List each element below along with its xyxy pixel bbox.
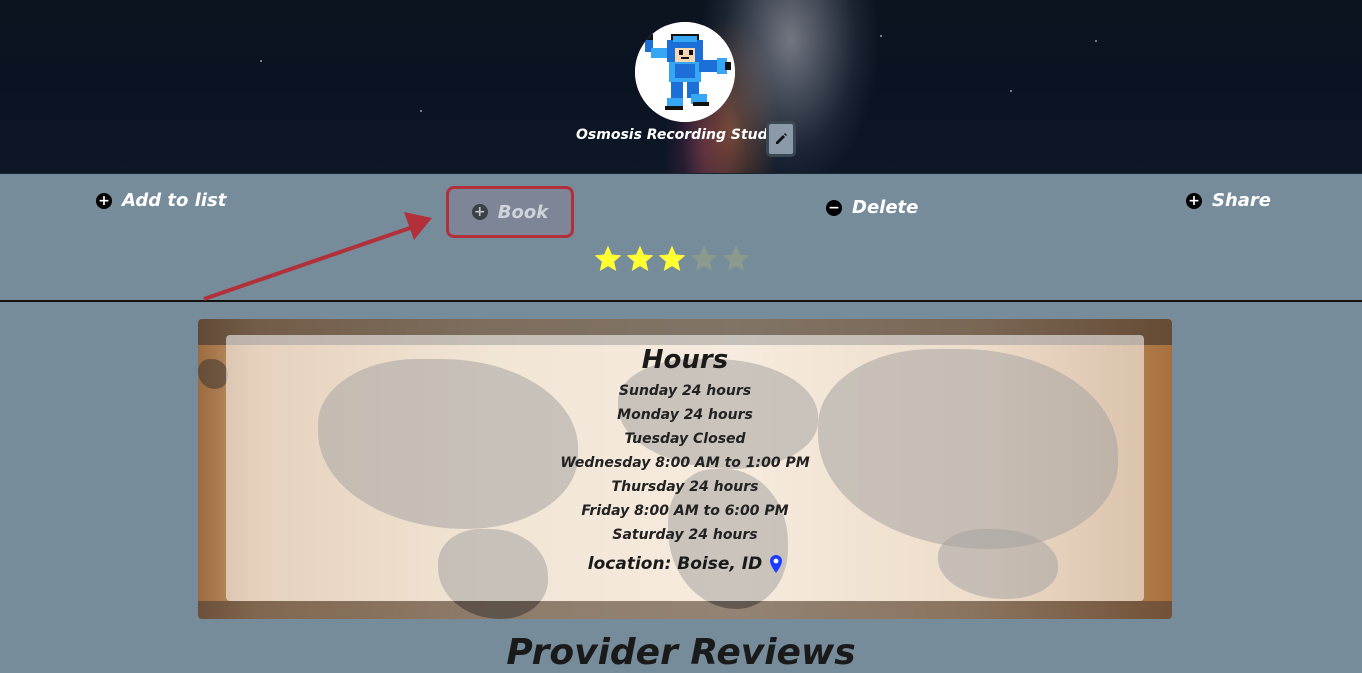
share-label: Share bbox=[1212, 190, 1272, 211]
studio-name: Osmosis Recording Studio bbox=[576, 127, 783, 143]
star-filled-icon[interactable] bbox=[656, 243, 688, 275]
map-background bbox=[198, 359, 228, 389]
hours-tuesday: Tuesday Closed bbox=[624, 431, 746, 447]
edit-profile-button[interactable] bbox=[766, 121, 796, 157]
add-to-list-button[interactable]: + Add to list bbox=[96, 190, 226, 211]
mega-man-avatar-icon bbox=[635, 22, 735, 122]
plus-circle-icon: + bbox=[471, 204, 488, 220]
plus-circle-icon: + bbox=[1186, 192, 1202, 209]
sky-star bbox=[420, 110, 422, 112]
hours-monday: Monday 24 hours bbox=[617, 407, 753, 423]
hours-friday: Friday 8:00 AM to 6:00 PM bbox=[581, 503, 789, 519]
book-label: Book bbox=[497, 201, 549, 223]
sky-star bbox=[260, 60, 262, 62]
map-background bbox=[198, 601, 1172, 619]
sky-star bbox=[1010, 90, 1012, 92]
book-button[interactable]: + Book bbox=[446, 186, 574, 238]
reviews-title: Provider Reviews bbox=[506, 632, 856, 673]
share-button[interactable]: + Share bbox=[1186, 190, 1271, 211]
star-rating[interactable] bbox=[592, 243, 752, 275]
star-filled-icon[interactable] bbox=[592, 243, 624, 275]
star-empty-icon[interactable] bbox=[720, 243, 752, 275]
map-pin-icon[interactable] bbox=[770, 555, 783, 573]
sky-star bbox=[880, 35, 882, 37]
location: location: Boise, ID bbox=[226, 549, 1144, 579]
plus-circle-icon: + bbox=[96, 192, 112, 209]
arrow-head bbox=[404, 212, 432, 240]
section-divider bbox=[0, 300, 1362, 302]
add-to-list-label: Add to list bbox=[122, 190, 227, 211]
arrow-shaft bbox=[203, 226, 411, 301]
hours-saturday: Saturday 24 hours bbox=[612, 527, 758, 543]
delete-button[interactable]: − Delete bbox=[826, 197, 918, 218]
sky-star bbox=[1095, 40, 1097, 42]
hours-card: Hours Sunday 24 hours Monday 24 hours Tu… bbox=[198, 319, 1172, 619]
hours-sunday: Sunday 24 hours bbox=[618, 383, 752, 399]
minus-circle-icon: − bbox=[826, 199, 842, 216]
delete-label: Delete bbox=[852, 197, 919, 218]
hours-thursday: Thursday 24 hours bbox=[611, 479, 759, 495]
star-empty-icon[interactable] bbox=[688, 243, 720, 275]
hours-wednesday: Wednesday 8:00 AM to 1:00 PM bbox=[560, 455, 810, 471]
hours-panel: Hours Sunday 24 hours Monday 24 hours Tu… bbox=[226, 335, 1144, 601]
hours-title: Hours bbox=[641, 345, 729, 375]
pencil-icon bbox=[776, 133, 787, 144]
avatar bbox=[635, 22, 735, 122]
star-filled-icon[interactable] bbox=[624, 243, 656, 275]
location-text: location: Boise, ID bbox=[587, 554, 763, 574]
